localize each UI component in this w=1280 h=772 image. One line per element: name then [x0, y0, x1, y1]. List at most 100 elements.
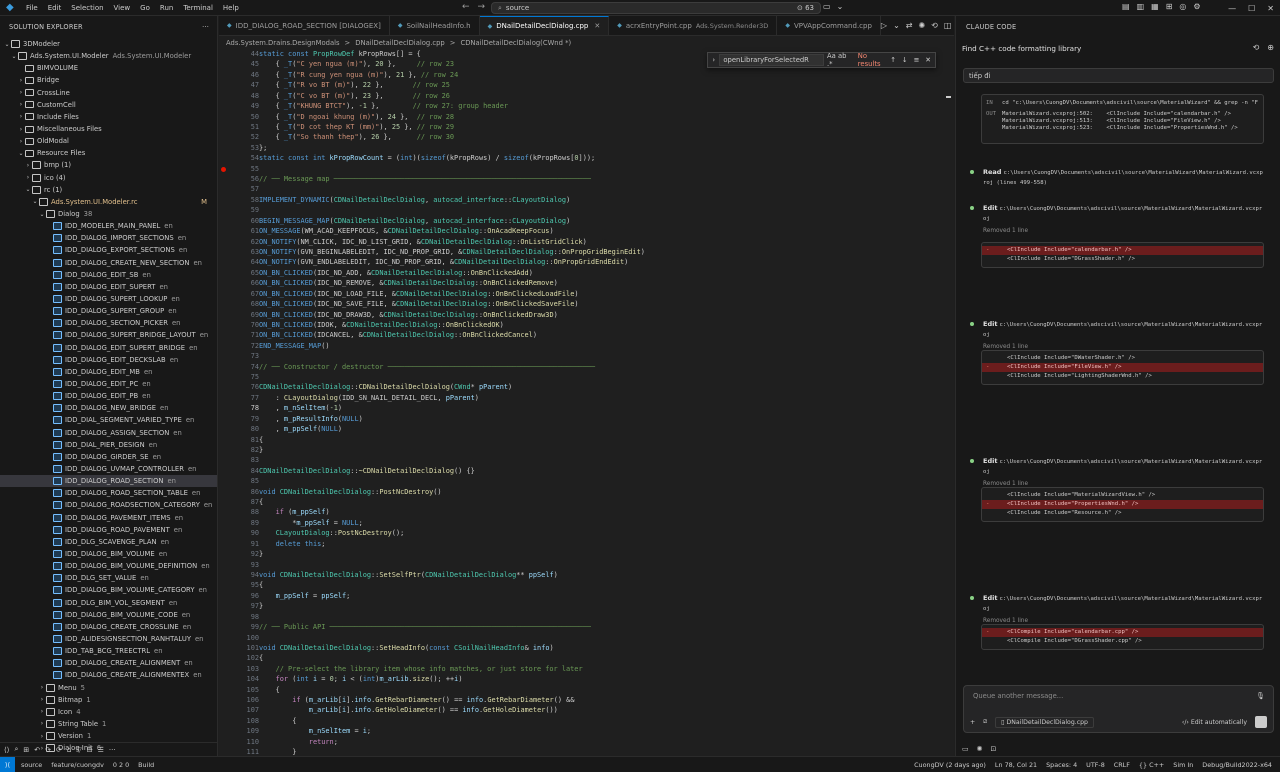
tree-item[interactable]: BIMVOLUME [0, 62, 217, 74]
edit-path[interactable]: c:\Users\CuongDV\Documents\adscivil\sour… [1000, 322, 1263, 328]
status-item[interactable]: Sim In [1173, 761, 1193, 769]
back-icon[interactable]: ↶ [34, 746, 40, 754]
tree-item[interactable]: › OldModal [0, 135, 217, 147]
tree-item[interactable]: › Miscellaneous Files [0, 123, 217, 135]
tree-item[interactable]: › ico (4) [0, 172, 217, 184]
tree-item[interactable]: IDD_DIALOG_EDIT_SUPERT_BRIDGE en [0, 342, 217, 354]
tree-item[interactable]: IDD_DIALOG_EDIT_PC en [0, 378, 217, 390]
split-editor-icon[interactable]: ◫ [944, 21, 952, 30]
find-in-selection-icon[interactable]: ≡ [914, 56, 920, 64]
tree-item[interactable]: IDD_DIALOG_EDIT_SB en [0, 269, 217, 281]
layout-icon[interactable]: ⊡ [991, 745, 997, 753]
tree-item[interactable]: ⌄ 3DModeler [0, 38, 217, 50]
accounts-icon[interactable]: ◎ [1179, 2, 1186, 11]
stop-button[interactable] [1255, 716, 1267, 728]
tree-item[interactable]: IDD_DIALOG_ROAD_PAVEMENT en [0, 524, 217, 536]
tree-item[interactable]: IDD_DIALOG_BIM_VOLUME_CATEGORY en [0, 584, 217, 596]
panel-icon[interactable]: ⟨⟩ [4, 746, 9, 754]
message-composer[interactable]: Queue another message... 🎙 + ⧄ ▯ DNailDe… [963, 685, 1274, 733]
tree-item[interactable]: IDD_DIALOG_SUPERT_GROUP en [0, 305, 217, 317]
minimize-icon[interactable]: — [1222, 4, 1242, 13]
chevron-icon[interactable]: › [24, 162, 32, 169]
microphone-icon[interactable]: 🎙 [1256, 692, 1265, 700]
chevron-icon[interactable]: › [17, 126, 25, 133]
new-chat-icon[interactable]: ⊕ [1267, 43, 1274, 52]
chevron-icon[interactable]: ⌄ [31, 198, 39, 205]
tree-item[interactable]: IDD_DIALOG_ROAD_SECTION_TABLE en [0, 487, 217, 499]
tree-item[interactable]: ⌄ rc (1) [0, 184, 217, 196]
tree-item[interactable]: IDD_DIALOG_EDIT_SUPERT en [0, 281, 217, 293]
find-options[interactable]: Aa ab .* [827, 52, 853, 68]
menu-item-edit[interactable]: Edit [43, 4, 67, 12]
menu-item-run[interactable]: Run [155, 4, 178, 12]
tree-item[interactable]: ⌄ Ads.System.UI.Modeler Ads.System.UI.Mode… [0, 50, 217, 62]
breakpoint-dot-icon[interactable] [221, 166, 226, 172]
editor-tab[interactable]: ◆ VPVAppCommand.cpp [777, 16, 881, 35]
add-context-icon[interactable]: + [970, 719, 975, 726]
tree-item[interactable]: IDD_DIALOG_EDIT_MB en [0, 366, 217, 378]
notification-badge[interactable]: ⊙ 63 [797, 4, 814, 12]
status-item[interactable]: feature/cuongdv [51, 761, 104, 769]
claude-logo-icon[interactable]: ✺ [977, 745, 983, 753]
chevron-icon[interactable]: › [38, 684, 46, 691]
menu-item-help[interactable]: Help [218, 4, 244, 12]
status-item[interactable]: UTF-8 [1086, 761, 1105, 769]
chevron-icon[interactable]: › [17, 138, 25, 145]
sync-icon[interactable]: ⟳ [56, 746, 62, 754]
chevron-icon[interactable]: › [17, 77, 25, 84]
maximize-icon[interactable]: ☐ [1242, 4, 1261, 13]
editor-tab[interactable]: ◆ SoilNailHeadInfo.h [390, 16, 480, 35]
menu-item-file[interactable]: File [21, 4, 43, 12]
next-match-icon[interactable]: ↓ [902, 56, 908, 64]
forward-arrow-icon[interactable]: → [478, 2, 486, 12]
status-item[interactable]: 0 2 0 [113, 761, 129, 769]
tree-item[interactable]: › bmp (1) [0, 159, 217, 171]
chevron-icon[interactable]: ⌄ [17, 150, 25, 157]
tree-item[interactable]: IDD_DLG_SET_VALUE en [0, 572, 217, 584]
tree-item[interactable]: IDD_DIALOG_EDIT_PB en [0, 390, 217, 402]
edit-path[interactable]: c:\Users\CuongDV\Documents\adscivil\sour… [1000, 596, 1263, 602]
tree-item[interactable]: IDD_DIALOG_ROAD_SECTION en [0, 475, 217, 488]
chevron-icon[interactable]: ⌄ [3, 41, 11, 48]
menu-item-selection[interactable]: Selection [66, 4, 108, 12]
chevron-icon[interactable]: › [38, 720, 46, 727]
status-item[interactable]: {} C++ [1139, 761, 1164, 769]
chevron-icon[interactable]: ⌄ [24, 186, 32, 193]
breadcrumb-item[interactable]: CDNailDetailDeclDialog(CWnd *) [460, 39, 571, 47]
tree-item[interactable]: IDD_DIALOG_NEW_BRIDGE en [0, 402, 217, 414]
tree-item[interactable]: › Menu 5 [0, 681, 217, 693]
tree-item[interactable]: IDD_DIALOG_CREATE_CROSSLINE en [0, 621, 217, 633]
tree-item[interactable]: IDD_DIALOG_GIRDER_SE en [0, 451, 217, 463]
chevron-icon[interactable]: › [17, 101, 25, 108]
status-item[interactable]: CRLF [1114, 761, 1130, 769]
windows-icon[interactable]: ⊞ [23, 746, 29, 754]
editor-tab[interactable]: ◆ IDD_DIALOG_ROAD_SECTION [DIALOGEX] [219, 16, 390, 35]
chevron-icon[interactable]: › [38, 708, 46, 715]
tree-item[interactable]: IDD_DLG_SCAVENGE_PLAN en [0, 536, 217, 548]
chat-icon[interactable]: ▭ [962, 745, 969, 753]
menu-item-go[interactable]: Go [135, 4, 155, 12]
claude-icon[interactable]: ✺ [918, 21, 925, 30]
breadcrumb-item[interactable]: DNailDetailDeclDialog.cpp [355, 39, 445, 47]
read-path[interactable]: c:\Users\CuongDV\Documents\adscivil\sour… [1004, 170, 1263, 176]
chevron-icon[interactable]: › [38, 733, 46, 740]
history-icon[interactable]: ⟲ [1253, 43, 1260, 52]
status-item[interactable]: Spaces: 4 [1046, 761, 1077, 769]
tree-item[interactable]: › String Table 1 [0, 718, 217, 730]
edit-path[interactable]: c:\Users\CuongDV\Documents\adscivil\sour… [1000, 459, 1263, 465]
more-actions-icon[interactable]: ··· [202, 23, 217, 31]
edit-mode-toggle[interactable]: ‹/› Edit automatically [1182, 719, 1247, 726]
code-editor[interactable]: 44 static const PropRowDef kPropRows[] = … [219, 49, 954, 756]
history-icon[interactable]: ⟲ [931, 21, 938, 30]
tree-item[interactable]: IDD_DIALOG_BIM_VOLUME_CODE en [0, 609, 217, 621]
chevron-icon[interactable]: › [17, 89, 25, 96]
tree-item[interactable]: IDD_DLG_BIM_VOL_SEGMENT en [0, 596, 217, 608]
editor-scrollbar[interactable] [943, 49, 953, 756]
tree-item[interactable]: IDD_DIAL_PIER_DESIGN en [0, 439, 217, 451]
toggle-replace-chevron-icon[interactable]: › [708, 56, 719, 64]
menu-item-view[interactable]: View [109, 4, 136, 12]
tree-item[interactable]: › Bridge [0, 74, 217, 86]
tree-item[interactable]: IDD_DIALOG_CREATE_ALIGNMENT en [0, 657, 217, 669]
tree-item[interactable]: ⌄ Dialog 38 [0, 208, 217, 220]
tree-item[interactable]: IDD_DIALOG_BIM_VOLUME en [0, 548, 217, 560]
